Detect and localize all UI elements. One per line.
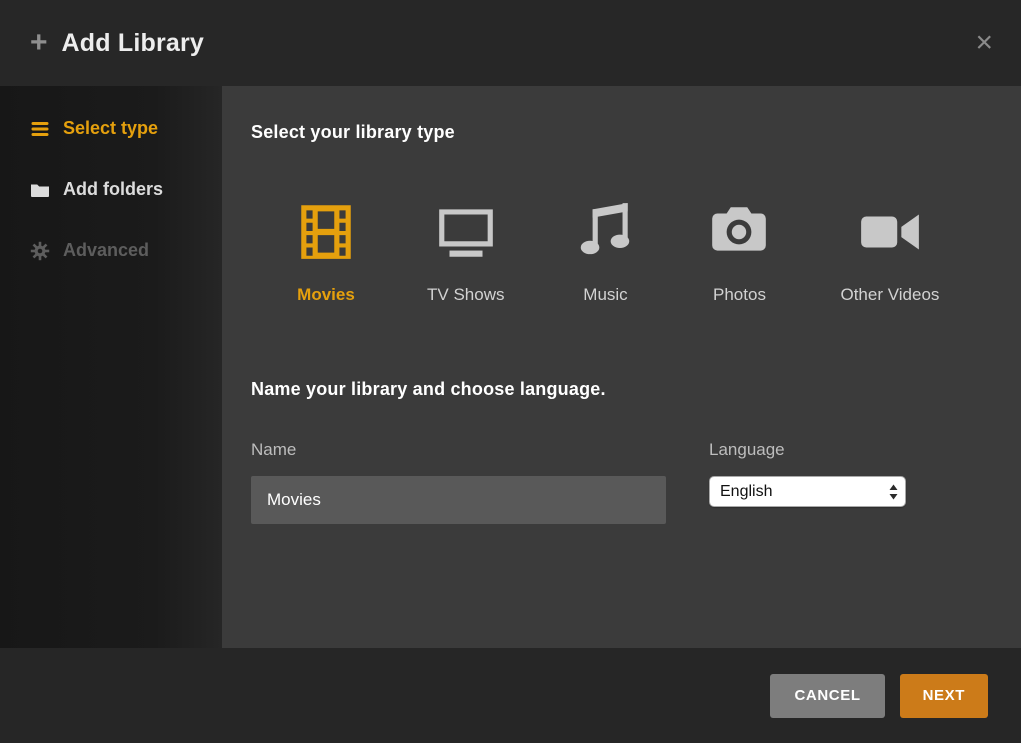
language-selected-value: English [720, 483, 888, 501]
plus-icon: + [30, 28, 48, 58]
next-button[interactable]: NEXT [900, 674, 988, 718]
name-field-group: Name [251, 440, 666, 524]
sidebar-item-advanced[interactable]: Advanced [0, 220, 222, 281]
name-section-title: Name your library and choose language. [251, 379, 991, 400]
library-type-row: Movies TV Shows [293, 199, 991, 305]
sidebar-item-select-type[interactable]: Select type [0, 98, 222, 159]
wizard-steps-sidebar: Select type Add folders [0, 86, 222, 648]
sidebar-item-label: Advanced [63, 240, 149, 261]
library-type-label: Movies [297, 285, 355, 305]
tv-icon [433, 199, 499, 265]
library-type-label: Music [583, 285, 627, 305]
dialog-footer: CANCEL NEXT [0, 648, 1021, 743]
close-icon[interactable]: × [975, 28, 993, 58]
sidebar-item-label: Select type [63, 118, 158, 139]
dialog-title: Add Library [62, 29, 205, 58]
fields-row: Name Language English [251, 440, 991, 524]
language-field-label: Language [709, 440, 906, 460]
language-field-group: Language English [709, 440, 906, 524]
library-type-label: Other Videos [840, 285, 939, 305]
library-name-input[interactable] [251, 476, 666, 524]
library-type-label: TV Shows [427, 285, 504, 305]
library-type-movies[interactable]: Movies [293, 199, 359, 305]
select-arrows-icon [888, 483, 899, 501]
library-type-section-title: Select your library type [251, 122, 991, 143]
video-camera-icon [857, 199, 923, 265]
dialog-body: Select type Add folders [0, 86, 1021, 648]
library-type-music[interactable]: Music [572, 199, 638, 305]
library-type-tv-shows[interactable]: TV Shows [427, 199, 504, 305]
camera-icon [706, 199, 772, 265]
add-library-dialog: + Add Library × Select type [0, 0, 1021, 743]
library-type-label: Photos [713, 285, 766, 305]
list-lines-icon [30, 119, 50, 139]
dialog-header: + Add Library × [0, 0, 1021, 86]
sidebar-item-label: Add folders [63, 179, 163, 200]
library-type-photos[interactable]: Photos [706, 199, 772, 305]
filmstrip-icon [293, 199, 359, 265]
sidebar-item-add-folders[interactable]: Add folders [0, 159, 222, 220]
library-type-other-videos[interactable]: Other Videos [840, 199, 939, 305]
music-note-icon [572, 199, 638, 265]
cancel-button[interactable]: CANCEL [770, 674, 884, 718]
main-content: Select your library type Movies TV Shows [222, 86, 1021, 648]
language-select[interactable]: English [709, 476, 906, 507]
folder-icon [30, 180, 50, 200]
gear-icon [30, 241, 50, 261]
name-field-label: Name [251, 440, 666, 460]
